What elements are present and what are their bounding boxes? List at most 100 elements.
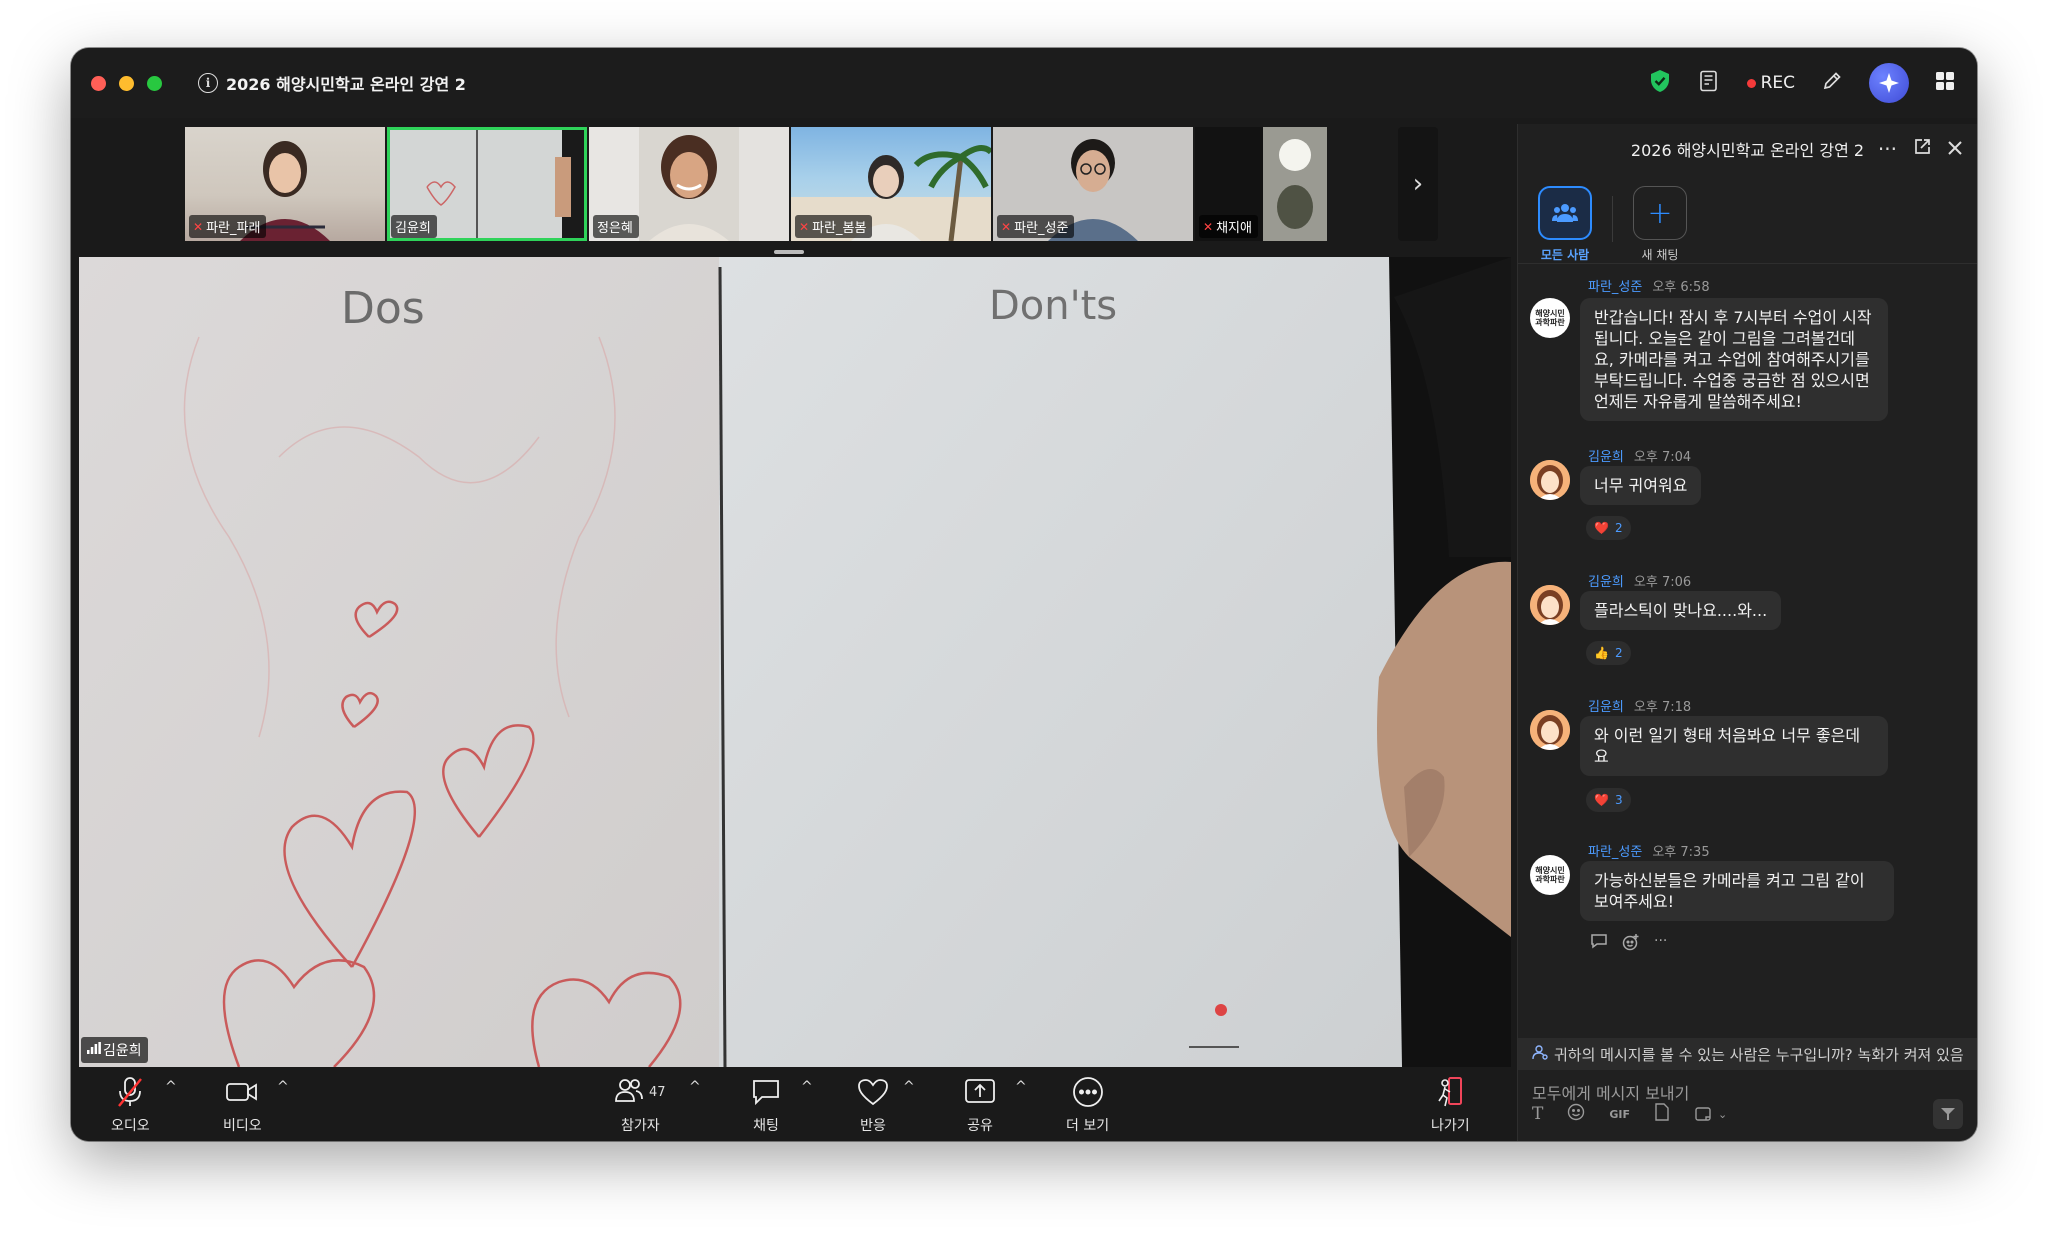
chevron-down-icon[interactable]: ⌄ <box>1718 1108 1727 1121</box>
participant-tile[interactable]: ✕ 파란_봄봄 <box>791 127 991 241</box>
video-camera-icon <box>225 1075 259 1109</box>
reactions-button[interactable]: 반응 <box>857 1075 889 1135</box>
add-reaction-icon[interactable] <box>1622 933 1640 955</box>
message-sender[interactable]: 파란_성준 <box>1588 276 1642 295</box>
main-video: Dos Don'ts 김윤희 <box>79 257 1511 1067</box>
popout-icon[interactable] <box>1913 137 1931 161</box>
participant-tile[interactable]: 김윤희 <box>387 127 587 241</box>
avatar[interactable]: 해양시민과학파란 <box>1530 298 1570 338</box>
avatar[interactable]: 해양시민과학파란 <box>1530 855 1570 895</box>
video-options-caret[interactable]: ^ <box>277 1079 289 1095</box>
reactions-options-caret[interactable]: ^ <box>903 1079 915 1095</box>
message-text: 반갑습니다! 잠시 후 7시부터 수업이 시작됩니다. 오늘은 같이 그림을 그… <box>1594 308 1872 411</box>
avatar[interactable] <box>1530 460 1570 500</box>
chat-more-options-icon[interactable]: ··· <box>1878 137 1897 161</box>
transcript-icon[interactable] <box>1697 69 1721 97</box>
participant-tile[interactable]: ✕ 파란_성준 <box>993 127 1193 241</box>
audio-label: 오디오 <box>111 1118 150 1134</box>
muted-microphone-icon <box>115 1075 145 1109</box>
meeting-info[interactable]: i 2026 해양시민학교 온라인 강연 2 <box>198 71 466 95</box>
participant-name: 파란_봄봄 <box>812 221 867 236</box>
recording-indicator[interactable]: REC <box>1746 73 1795 93</box>
participant-tile[interactable]: ✕ 파란_파래 <box>185 127 385 241</box>
zoom-window-button[interactable] <box>147 75 162 91</box>
strip-next-button[interactable]: › <box>1398 127 1438 241</box>
participants-count: 47 <box>649 1084 666 1100</box>
everyone-icon <box>1538 186 1592 240</box>
strip-resize-handle[interactable] <box>774 250 804 254</box>
signal-bars-icon <box>87 1042 101 1058</box>
screenshot-icon[interactable]: ⌄ <box>1694 1105 1727 1123</box>
chat-options-caret[interactable]: ^ <box>801 1079 813 1095</box>
share-button[interactable]: 공유 <box>964 1075 996 1135</box>
message-bubble: 반갑습니다! 잠시 후 7시부터 수업이 시작됩니다. 오늘은 같이 그림을 그… <box>1580 298 1888 421</box>
rec-label: REC <box>1760 73 1795 93</box>
ai-companion-button[interactable] <box>1869 63 1909 103</box>
share-label: 공유 <box>967 1118 993 1134</box>
tab-everyone[interactable]: 모든 사람 <box>1538 186 1592 263</box>
message-more-icon[interactable]: ··· <box>1654 933 1667 955</box>
avatar[interactable] <box>1530 585 1570 625</box>
active-speaker-label: 김윤희 <box>81 1037 148 1063</box>
participants-button[interactable]: 47 참가자 <box>615 1075 666 1135</box>
apps-grid-icon[interactable] <box>1935 71 1955 95</box>
text-format-icon[interactable]: T <box>1532 1104 1543 1124</box>
video-button[interactable]: 비디오 <box>223 1075 262 1135</box>
message-sender[interactable]: 김윤희 <box>1588 571 1624 590</box>
privacy-notice-text: 귀하의 메시지를 볼 수 있는 사람은 누구입니까? 녹화가 켜져 있음 <box>1554 1045 1964 1064</box>
gif-button[interactable]: GIF <box>1609 1108 1630 1121</box>
avatar[interactable] <box>1530 710 1570 750</box>
participant-tile[interactable]: ✕ 채지애 <box>1195 127 1327 241</box>
tab-divider <box>1612 196 1613 242</box>
message-time: 오후 6:58 <box>1652 280 1710 295</box>
more-dots-icon <box>1072 1075 1104 1109</box>
send-button[interactable] <box>1933 1099 1963 1129</box>
emoji-icon[interactable] <box>1567 1103 1585 1125</box>
tab-new-chat[interactable]: + 새 채팅 <box>1633 186 1687 263</box>
message-sender[interactable]: 김윤희 <box>1588 696 1624 715</box>
shared-drawing-video: Dos Don'ts <box>79 257 1511 1067</box>
visibility-person-icon <box>1532 1044 1548 1064</box>
more-label: 더 보기 <box>1066 1118 1110 1134</box>
file-icon[interactable] <box>1654 1103 1670 1125</box>
chat-panel: 2026 해양시민학교 온라인 강연 2 ··· 모든 사람 + 새 채팅 파란… <box>1517 124 1977 1141</box>
chat-button[interactable]: 채팅 <box>751 1075 781 1135</box>
recording-dot-icon <box>1746 78 1756 88</box>
message-sender[interactable]: 파란_성준 <box>1588 841 1642 860</box>
reaction-badge[interactable]: 👍 2 <box>1586 641 1631 665</box>
reaction-badge[interactable]: ❤️ 2 <box>1586 516 1631 540</box>
participants-options-caret[interactable]: ^ <box>689 1079 701 1095</box>
encryption-shield-icon[interactable] <box>1649 69 1671 97</box>
participant-name: 파란_파래 <box>206 221 261 236</box>
close-window-button[interactable] <box>91 75 106 91</box>
chat-label: 채팅 <box>753 1118 779 1134</box>
reply-icon[interactable] <box>1590 933 1608 955</box>
more-button[interactable]: 더 보기 <box>1066 1075 1109 1135</box>
avatar-logo-text: 해양시민과학파란 <box>1535 309 1565 327</box>
chat-header: 2026 해양시민학교 온라인 강연 2 ··· <box>1518 124 1977 174</box>
heart-reaction-icon: ❤️ <box>1594 793 1609 807</box>
tab-new-chat-label: 새 채팅 <box>1641 248 1679 262</box>
reaction-badge[interactable]: ❤️ 3 <box>1586 788 1631 812</box>
message-bubble: 와 이런 일기 형태 처음봐요 너무 좋은데요 <box>1580 716 1888 776</box>
participant-tile[interactable]: 정은혜 <box>589 127 789 241</box>
message-text: 가능하신분들은 카메라를 켜고 그림 같이 보여주세요! <box>1594 871 1865 911</box>
message-bubble: 가능하신분들은 카메라를 켜고 그림 같이 보여주세요! <box>1580 861 1894 921</box>
leave-button[interactable]: 나가기 <box>1431 1075 1470 1135</box>
audio-button[interactable]: 오디오 <box>111 1075 150 1135</box>
chat-privacy-notice[interactable]: 귀하의 메시지를 볼 수 있는 사람은 누구입니까? 녹화가 켜져 있음 <box>1518 1038 1977 1070</box>
message-time: 오후 7:06 <box>1633 575 1692 590</box>
annotate-pen-icon[interactable] <box>1821 70 1843 96</box>
share-options-caret[interactable]: ^ <box>1015 1079 1027 1095</box>
message-bubble: 플라스틱이 맞나요....와... <box>1580 591 1782 630</box>
close-chat-icon[interactable] <box>1947 137 1963 161</box>
participant-name: 파란_성준 <box>1014 221 1069 236</box>
audio-options-caret[interactable]: ^ <box>165 1079 177 1095</box>
participant-name: 채지애 <box>1216 221 1252 236</box>
avatar-logo-text: 해양시민과학파란 <box>1535 866 1565 884</box>
muted-mic-icon: ✕ <box>799 219 810 234</box>
minimize-window-button[interactable] <box>119 75 134 91</box>
send-arrow-icon <box>1941 1108 1955 1120</box>
message-sender[interactable]: 김윤희 <box>1588 446 1624 465</box>
meeting-toolbar: 오디오 ^ 비디오 ^ 47 참가자 ^ 채팅 ^ 반응 ^ 공유 ^ 더 보기… <box>71 1067 1517 1141</box>
